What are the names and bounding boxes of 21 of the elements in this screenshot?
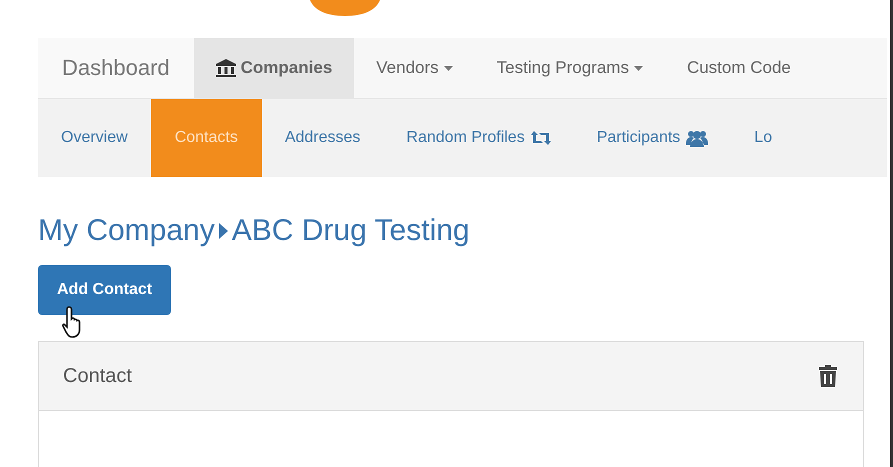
users-icon (686, 129, 708, 147)
caret-icon (634, 66, 643, 70)
breadcrumb-link[interactable]: My Company (38, 214, 215, 248)
retweet-icon (530, 131, 551, 145)
nav-tab[interactable]: Vendors (354, 38, 475, 98)
nav-tab[interactable]: Custom Code (664, 38, 813, 98)
logo-icon (310, 0, 380, 16)
nav-tab[interactable]: Testing Programs (474, 38, 665, 98)
sub-nav-tab[interactable]: Lo (731, 99, 796, 177)
panel-title: Contact (63, 364, 132, 388)
sub-nav-tab[interactable]: Participants (574, 99, 732, 177)
add-contact-button[interactable]: Add Contact (38, 265, 172, 315)
sub-nav-tab[interactable]: Addresses (262, 99, 384, 177)
bank-icon (216, 59, 236, 77)
caret-right-icon (218, 223, 228, 239)
caret-icon (444, 66, 453, 70)
sub-nav-tab[interactable]: Overview (38, 99, 151, 177)
nav-tab[interactable]: Companies (194, 38, 354, 98)
trash-icon[interactable] (819, 365, 837, 387)
sub-nav-tab[interactable]: Random Profiles (383, 99, 574, 177)
page-title: ABC Drug Testing (232, 214, 470, 248)
